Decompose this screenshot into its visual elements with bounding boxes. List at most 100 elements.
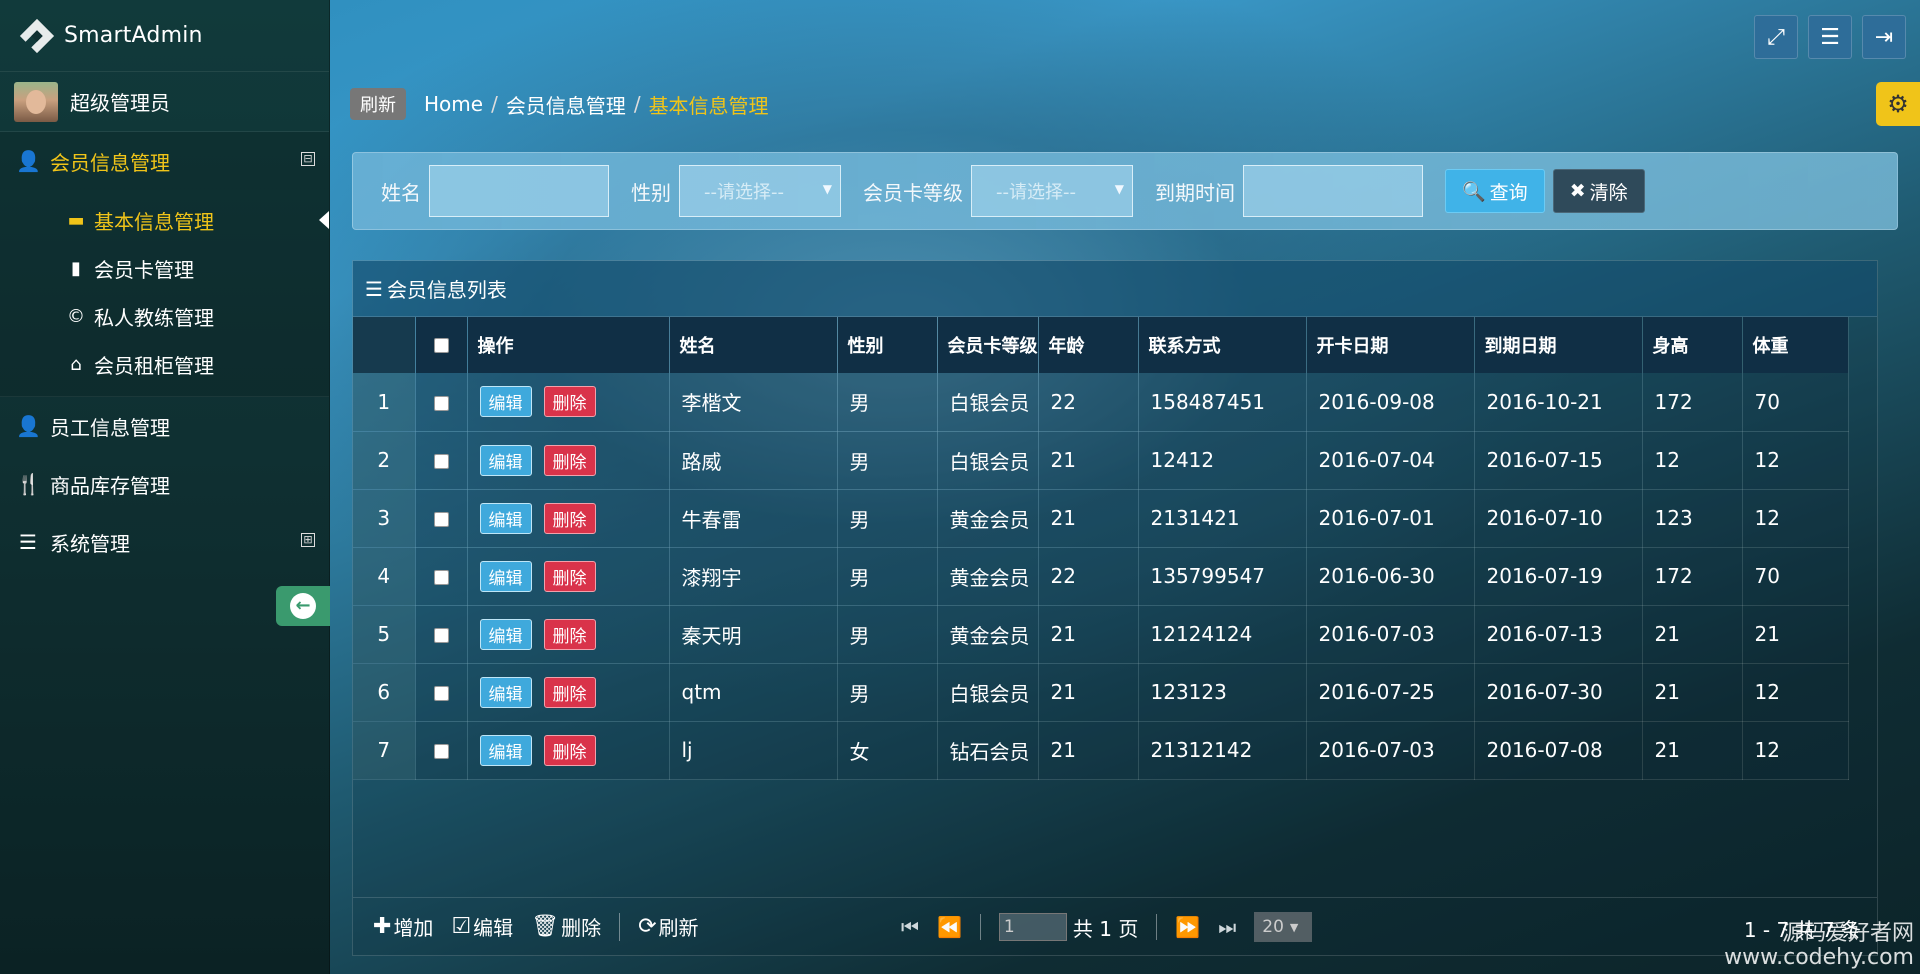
list-icon: ☰: [19, 530, 37, 554]
table-row[interactable]: 1 编辑 删除 李楷文男白银会员 22 158487451 2016-09-08 2016-1…: [353, 373, 1849, 432]
total-pages: 共 1 页: [1072, 916, 1139, 941]
edit-button[interactable]: 编辑: [479, 734, 532, 766]
row-number: 4: [353, 547, 416, 606]
edit-button[interactable]: 编辑: [479, 618, 532, 650]
settings-button[interactable]: ⚙: [1876, 82, 1920, 126]
column-header[interactable]: 年龄: [1038, 317, 1139, 373]
table-row[interactable]: 2 编辑 删除 路威男白银会员 21 12412 2016-07-04 2016-07-15 1…: [353, 431, 1849, 490]
edit-button[interactable]: 编辑: [479, 444, 532, 476]
refresh-button[interactable]: 刷新: [350, 88, 406, 120]
table-row[interactable]: 5 编辑 删除 秦天明男黄金会员 21 12124124 2016-07-03 2016-07…: [353, 605, 1849, 664]
cell-gender: 女: [837, 721, 938, 780]
cell-start: 2016-07-25: [1306, 663, 1475, 722]
prev-page-icon[interactable]: ⏪: [937, 915, 962, 939]
table-row[interactable]: 6 编辑 删除 qtm 男白银会员 21 123123 2016-07-25 2016-07-3…: [353, 663, 1849, 722]
sidebar-subitem-label: 私人教练管理: [94, 305, 214, 330]
sidebar-subitem-label: 会员卡管理: [94, 257, 194, 282]
next-page-icon[interactable]: ⏩: [1175, 915, 1200, 939]
delete-button[interactable]: 删除: [543, 734, 596, 766]
delete-button[interactable]: 删除: [543, 444, 596, 476]
toolbar-divider: [619, 912, 621, 941]
edit-button[interactable]: 编辑: [479, 676, 532, 708]
expire-label: 到期时间: [1155, 180, 1235, 205]
sidebar-item-inventory[interactable]: 🍴 商品库存管理: [0, 455, 329, 513]
row-checkbox[interactable]: [433, 570, 449, 585]
sidebar-item-system[interactable]: ☰ 系统管理 ⊞: [0, 513, 329, 571]
cell-end: 2016-10-21: [1474, 373, 1643, 432]
delete-button[interactable]: 删除: [543, 676, 596, 708]
sidebar-subitem-trainer[interactable]: © 私人教练管理: [0, 292, 329, 340]
row-checkbox[interactable]: [433, 454, 449, 469]
edit-toolbar-button[interactable]: ☑ 编辑: [451, 912, 513, 941]
panel-title-text: 会员信息列表: [386, 278, 507, 302]
delete-button[interactable]: 删除: [543, 618, 596, 650]
expand-toggle-icon[interactable]: ⊞: [301, 533, 315, 547]
menu-button[interactable]: ☰: [1808, 15, 1852, 59]
row-actions: 编辑 删除: [467, 547, 670, 606]
row-checkbox[interactable]: [433, 686, 449, 701]
delete-button[interactable]: 删除: [543, 502, 596, 534]
query-button[interactable]: 🔍 查询: [1445, 169, 1545, 213]
row-checkbox[interactable]: [433, 628, 449, 643]
column-header[interactable]: 身高: [1642, 317, 1743, 373]
column-header[interactable]: 到期日期: [1474, 317, 1643, 373]
gender-select[interactable]: --请选择--: [679, 165, 841, 217]
sidebar-subitem-locker[interactable]: ⌂ 会员租柜管理: [0, 340, 329, 388]
row-checkbox[interactable]: [433, 744, 449, 759]
clear-button[interactable]: ✖ 清除: [1552, 169, 1645, 213]
sidebar-subitem-basic-info[interactable]: ▬ 基本信息管理: [0, 196, 329, 244]
delete-button[interactable]: 删除: [543, 386, 596, 418]
collapse-sidebar-button[interactable]: ←: [276, 586, 330, 626]
column-header[interactable]: 体重: [1742, 317, 1849, 373]
row-checkbox[interactable]: [433, 512, 449, 527]
select-all-checkbox[interactable]: [433, 338, 449, 353]
refresh-toolbar-button[interactable]: ⟳ 刷新: [638, 912, 698, 941]
expire-date-input[interactable]: [1243, 165, 1423, 217]
add-button[interactable]: ✚ 增加: [373, 912, 433, 941]
fullscreen-button[interactable]: ⤢: [1754, 15, 1798, 59]
cell-end: 2016-07-08: [1474, 721, 1643, 780]
breadcrumb-level1[interactable]: 会员信息管理: [506, 90, 626, 119]
chevron-down-icon: ▼: [1289, 920, 1299, 934]
edit-button[interactable]: 编辑: [479, 386, 532, 418]
table-row[interactable]: 3 编辑 删除 牛春雷男黄金会员 21 2131421 2016-07-01 2016-07-…: [353, 489, 1849, 548]
row-number: 2: [353, 431, 416, 490]
brand[interactable]: SmartAdmin: [0, 0, 329, 72]
sidebar-item-staff-info[interactable]: 👤 员工信息管理: [0, 397, 329, 455]
column-header[interactable]: 性别: [837, 317, 938, 373]
last-page-icon[interactable]: ⏭: [1218, 915, 1236, 939]
row-number-header: [353, 317, 416, 373]
page-number-input[interactable]: [998, 913, 1067, 941]
user-profile[interactable]: 超级管理员: [0, 72, 329, 132]
edit-button[interactable]: 编辑: [479, 502, 532, 534]
first-page-icon[interactable]: ⏮: [901, 915, 919, 939]
cell-height: 21: [1642, 721, 1743, 780]
row-number: 1: [353, 373, 416, 432]
page-size-select[interactable]: 20 ▼: [1254, 912, 1313, 942]
collapse-toggle-icon[interactable]: ⊟: [301, 152, 315, 166]
column-header[interactable]: 会员卡等级: [937, 317, 1039, 373]
column-header[interactable]: 操作: [467, 317, 670, 373]
column-header[interactable]: 联系方式: [1138, 317, 1307, 373]
cell-height: 123: [1642, 489, 1743, 548]
delete-toolbar-button[interactable]: 🗑 删除: [531, 912, 601, 941]
cell-age: 22: [1038, 547, 1139, 606]
sidebar-item-member-info[interactable]: 👤 会员信息管理 ⊟: [0, 132, 329, 190]
row-number: 5: [353, 605, 416, 664]
table-row[interactable]: 7 编辑 删除 lj 女钻石会员 21 21312142 2016-07-03 2016-07-…: [353, 721, 1849, 780]
sidebar-subitem-card[interactable]: ▮ 会员卡管理: [0, 244, 329, 292]
cell-name: qtm: [669, 663, 838, 722]
cell-card: 黄金会员: [937, 605, 1039, 664]
breadcrumb-home[interactable]: Home: [424, 92, 483, 116]
card-level-select[interactable]: --请选择--: [971, 165, 1133, 217]
row-number: 3: [353, 489, 416, 548]
cell-height: 21: [1642, 663, 1743, 722]
name-input[interactable]: [429, 165, 609, 217]
edit-button[interactable]: 编辑: [479, 560, 532, 592]
table-row[interactable]: 4 编辑 删除 漆翔宇男黄金会员 22 135799547 2016-06-30 2016-0…: [353, 547, 1849, 606]
column-header[interactable]: 开卡日期: [1306, 317, 1475, 373]
delete-button[interactable]: 删除: [543, 560, 596, 592]
logout-button[interactable]: ⇥: [1862, 15, 1906, 59]
row-checkbox[interactable]: [433, 395, 449, 411]
column-header[interactable]: 姓名: [669, 317, 838, 373]
